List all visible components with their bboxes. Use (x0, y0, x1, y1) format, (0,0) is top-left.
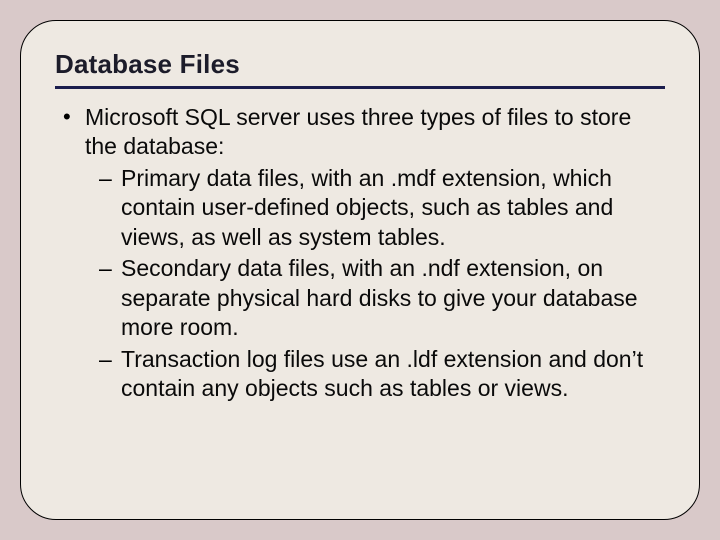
slide-title: Database Files (55, 49, 665, 80)
bullet-list-level1: Microsoft SQL server uses three types of… (55, 103, 665, 403)
subitem-text: Secondary data files, with an .ndf exten… (121, 255, 638, 340)
list-item: Secondary data files, with an .ndf exten… (99, 254, 665, 342)
subitem-text: Transaction log files use an .ldf extens… (121, 346, 643, 401)
subitem-text: Primary data files, with an .mdf extensi… (121, 165, 613, 250)
slide-content: Microsoft SQL server uses three types of… (55, 103, 665, 403)
bullet-list-level2: Primary data files, with an .mdf extensi… (85, 164, 665, 404)
slide-card: Database Files Microsoft SQL server uses… (20, 20, 700, 520)
list-item: Microsoft SQL server uses three types of… (63, 103, 665, 403)
list-item: Primary data files, with an .mdf extensi… (99, 164, 665, 252)
list-item: Transaction log files use an .ldf extens… (99, 345, 665, 404)
bullet-intro-text: Microsoft SQL server uses three types of… (85, 103, 665, 162)
title-underline (55, 86, 665, 89)
